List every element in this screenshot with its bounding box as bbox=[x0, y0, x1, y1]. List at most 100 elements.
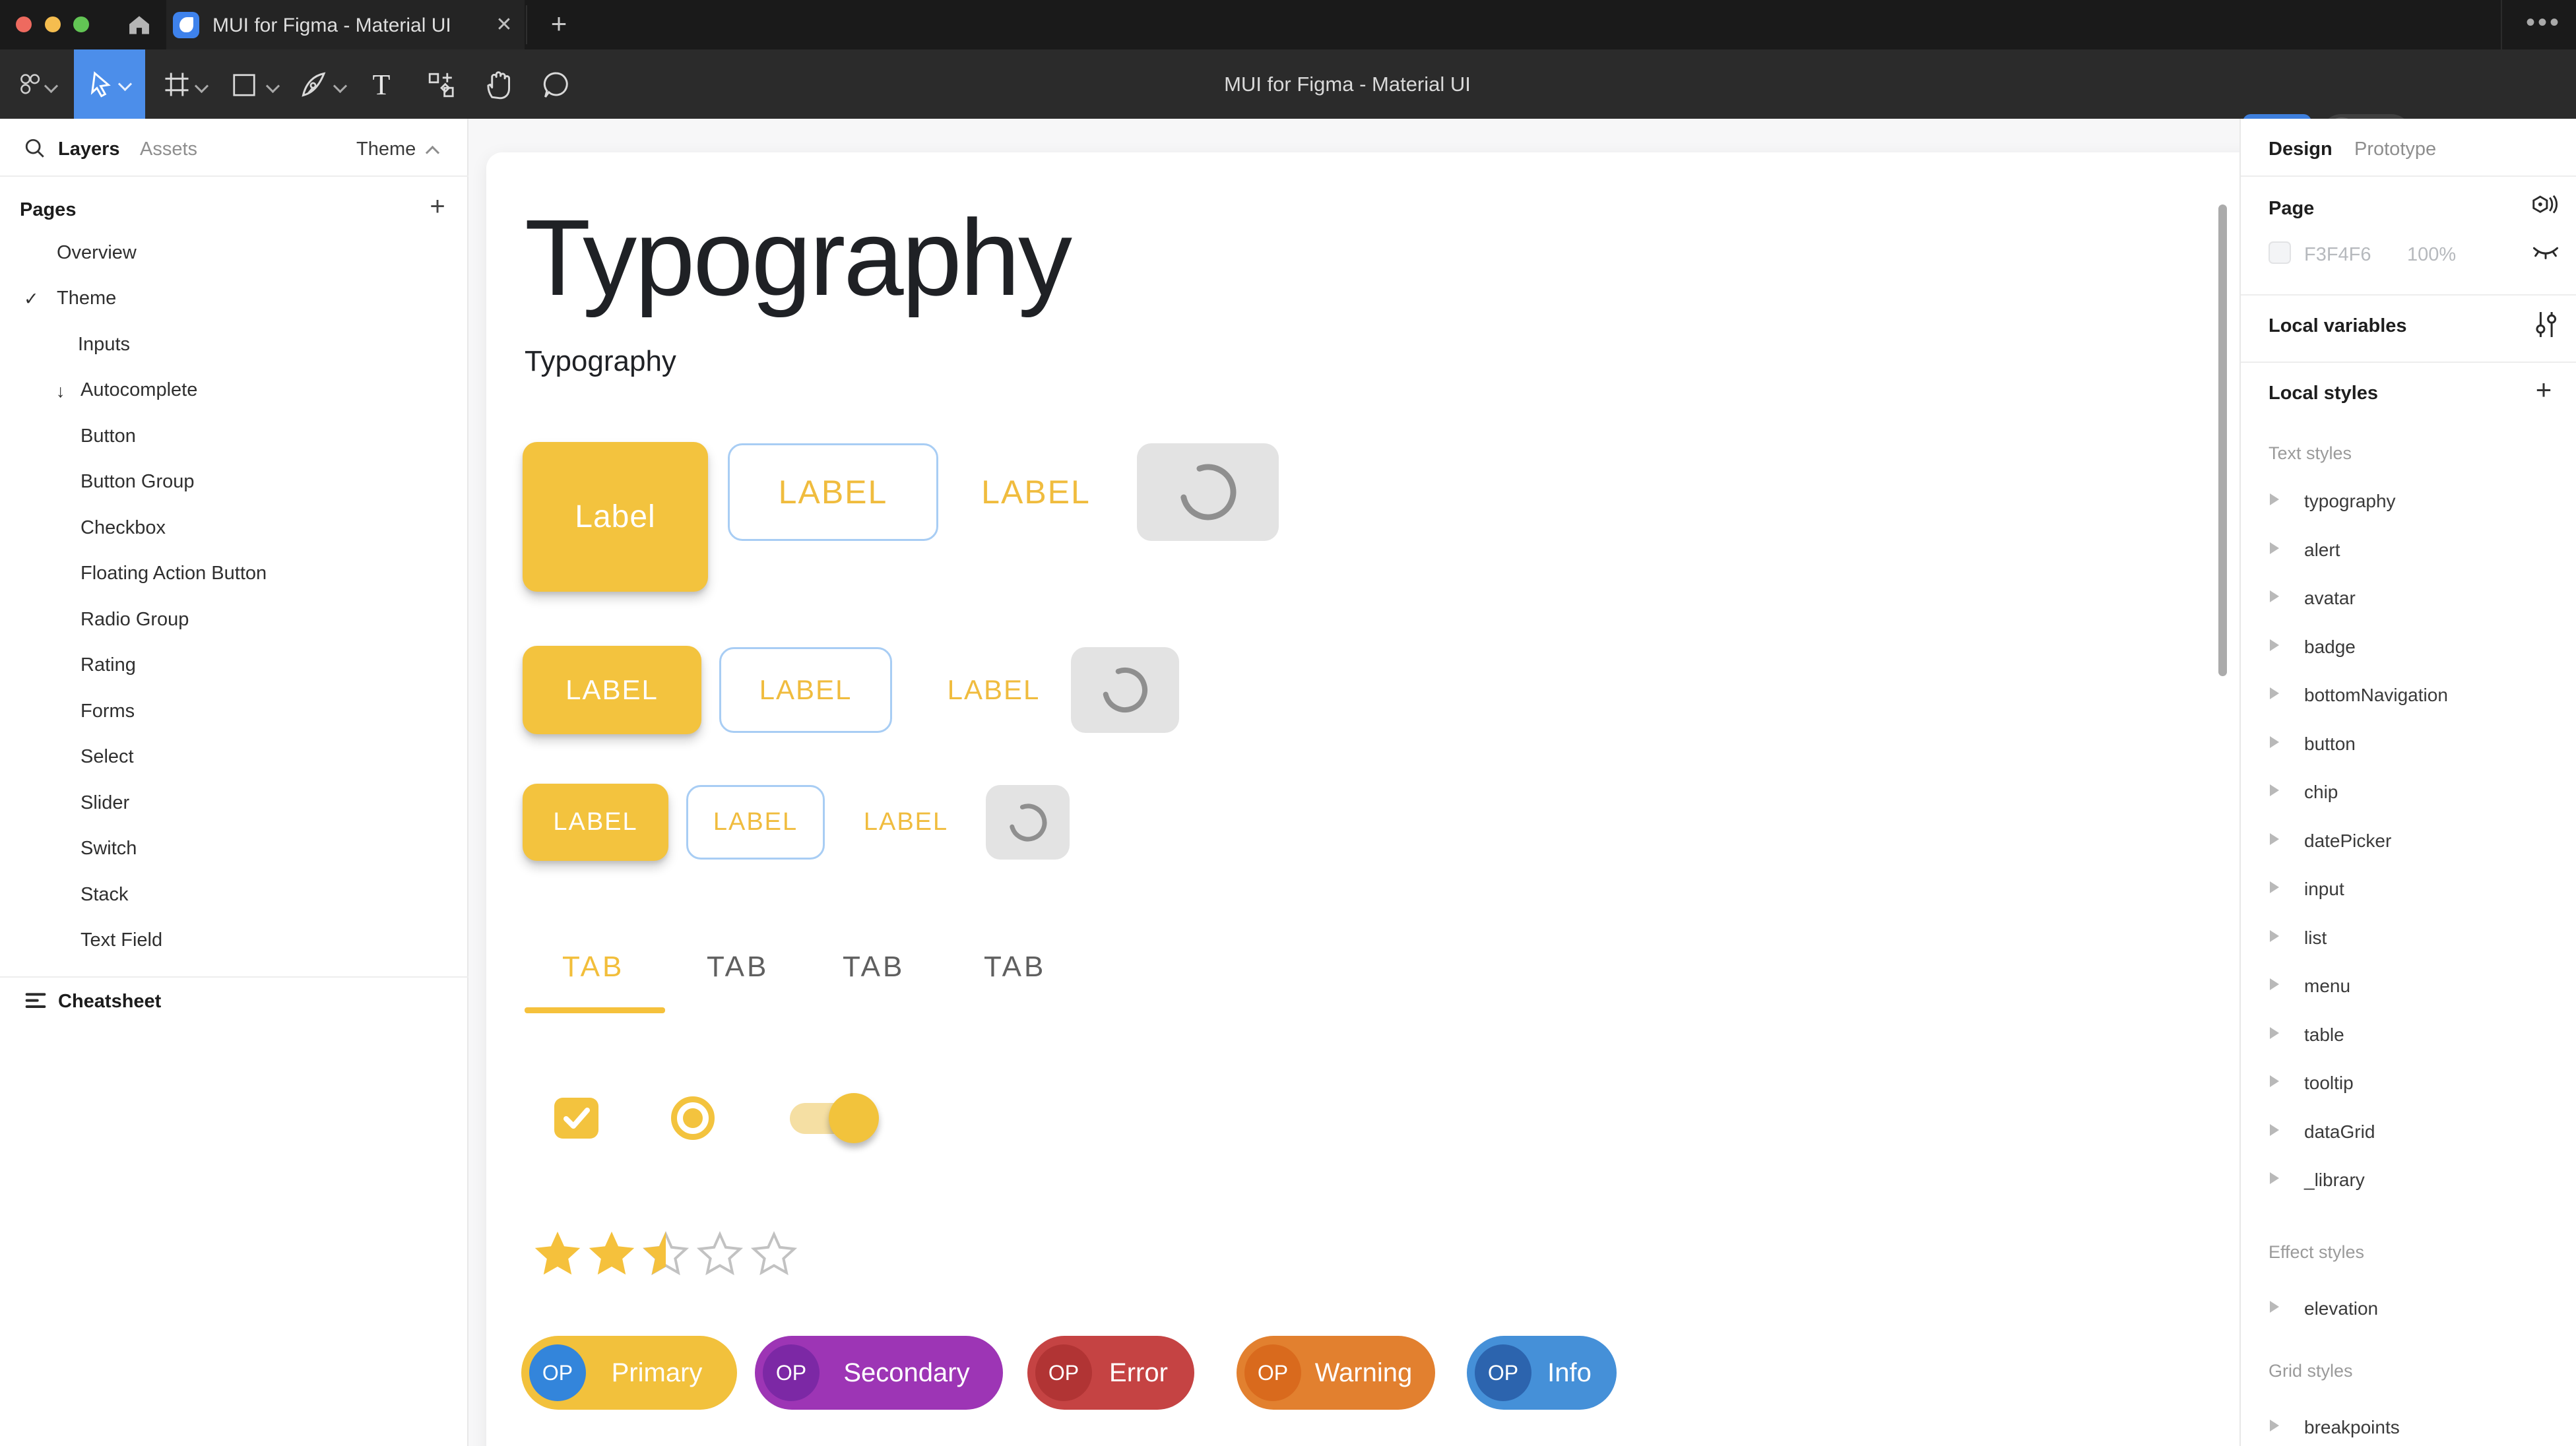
move-tool-selected[interactable] bbox=[74, 49, 145, 119]
star-empty-icon[interactable] bbox=[749, 1230, 799, 1278]
style-item-library[interactable]: _library bbox=[2304, 1170, 2365, 1191]
frame-tool-icon[interactable] bbox=[164, 72, 189, 97]
tab-item[interactable]: TAB bbox=[707, 951, 769, 984]
collapse-pages-chevron-icon[interactable] bbox=[426, 146, 439, 160]
button-contained-large[interactable]: Label bbox=[523, 442, 708, 592]
canvas-area[interactable]: Typography Typography Label LABEL LABEL … bbox=[468, 119, 2239, 1446]
style-item-datagrid[interactable]: dataGrid bbox=[2304, 1121, 2375, 1143]
tab-design[interactable]: Design bbox=[2269, 139, 2333, 160]
add-page-button[interactable]: + bbox=[421, 190, 454, 223]
pen-tool-chevron-icon[interactable] bbox=[333, 79, 347, 93]
sidebar-item-inputs[interactable]: Inputs bbox=[78, 326, 130, 363]
hand-tool-icon[interactable] bbox=[484, 70, 513, 100]
disclosure-triangle-icon[interactable] bbox=[2270, 590, 2279, 602]
button-text-medium[interactable]: LABEL bbox=[941, 647, 1046, 733]
text-tool-icon[interactable]: T bbox=[368, 72, 395, 98]
sidebar-item-stack[interactable]: Stack bbox=[80, 876, 129, 913]
disclosure-triangle-icon[interactable] bbox=[2270, 784, 2279, 796]
button-loading-medium[interactable] bbox=[1071, 647, 1179, 733]
disclosure-triangle-icon[interactable] bbox=[2270, 687, 2279, 699]
sidebar-item-select[interactable]: Select bbox=[80, 738, 134, 775]
style-item-avatar[interactable]: avatar bbox=[2304, 588, 2356, 609]
star-empty-icon[interactable] bbox=[695, 1230, 745, 1278]
style-item-button[interactable]: button bbox=[2304, 734, 2356, 755]
close-tab-icon[interactable]: ✕ bbox=[491, 12, 517, 38]
comment-tool-icon[interactable] bbox=[542, 71, 570, 99]
file-title[interactable]: MUI for Figma - Material UI bbox=[886, 49, 1809, 119]
zoom-window-button[interactable] bbox=[73, 16, 89, 32]
style-item-bottomnavigation[interactable]: bottomNavigation bbox=[2304, 685, 2448, 706]
chip-primary[interactable]: OP Primary bbox=[521, 1336, 737, 1410]
local-styles-header[interactable]: Local styles bbox=[2269, 383, 2378, 404]
home-icon[interactable] bbox=[127, 13, 152, 37]
style-item-datepicker[interactable]: datePicker bbox=[2304, 831, 2391, 852]
library-icon[interactable] bbox=[2530, 193, 2560, 222]
page-fill-hex[interactable]: F3F4F6 bbox=[2304, 244, 2371, 266]
disclosure-triangle-icon[interactable] bbox=[2270, 542, 2279, 554]
sidebar-item-switch[interactable]: Switch bbox=[80, 830, 137, 867]
style-item-typography[interactable]: typography bbox=[2304, 491, 2396, 512]
style-item-alert[interactable]: alert bbox=[2304, 540, 2340, 561]
sidebar-item-text-field[interactable]: Text Field bbox=[80, 922, 162, 959]
style-item-badge[interactable]: badge bbox=[2304, 637, 2356, 658]
local-variables-header[interactable]: Local variables bbox=[2269, 315, 2407, 337]
close-window-button[interactable] bbox=[16, 16, 32, 32]
style-item-menu[interactable]: menu bbox=[2304, 976, 2350, 997]
disclosure-triangle-icon[interactable] bbox=[2270, 736, 2279, 748]
star-half-icon[interactable] bbox=[641, 1230, 691, 1278]
variables-sliders-icon[interactable] bbox=[2532, 310, 2559, 339]
style-item-breakpoints[interactable]: breakpoints bbox=[2304, 1417, 2400, 1438]
tab-layers[interactable]: Layers bbox=[58, 139, 120, 160]
star-full-icon[interactable] bbox=[587, 1230, 637, 1278]
page-fill-swatch[interactable] bbox=[2269, 241, 2291, 264]
typography-frame[interactable]: Typography Typography Label LABEL LABEL … bbox=[486, 152, 2239, 1446]
button-contained-medium[interactable]: LABEL bbox=[523, 646, 701, 734]
page-fill-opacity[interactable]: 100% bbox=[2407, 244, 2456, 266]
chip-info[interactable]: OP Info bbox=[1467, 1336, 1617, 1410]
star-full-icon[interactable] bbox=[532, 1230, 583, 1278]
sidebar-item-button-group[interactable]: Button Group bbox=[80, 463, 195, 500]
style-item-tooltip[interactable]: tooltip bbox=[2304, 1073, 2354, 1094]
chip-secondary[interactable]: OP Secondary bbox=[755, 1336, 1003, 1410]
checkbox-checked[interactable] bbox=[554, 1098, 598, 1139]
new-tab-button[interactable]: + bbox=[542, 8, 575, 41]
disclosure-triangle-icon[interactable] bbox=[2270, 833, 2279, 845]
resources-tool-icon[interactable] bbox=[427, 71, 455, 99]
button-contained-small[interactable]: LABEL bbox=[523, 784, 668, 861]
tab-prototype[interactable]: Prototype bbox=[2354, 139, 2436, 160]
tab-assets[interactable]: Assets bbox=[140, 139, 197, 160]
shape-tool-chevron-icon[interactable] bbox=[266, 79, 280, 93]
minimize-window-button[interactable] bbox=[45, 16, 61, 32]
chip-warning[interactable]: OP Warning bbox=[1237, 1336, 1435, 1410]
disclosure-triangle-icon[interactable] bbox=[2270, 1124, 2279, 1136]
button-outlined-small[interactable]: LABEL bbox=[686, 785, 825, 860]
disclosure-triangle-icon[interactable] bbox=[2270, 493, 2279, 505]
sidebar-item-radio-group[interactable]: Radio Group bbox=[80, 601, 189, 638]
style-item-list[interactable]: list bbox=[2304, 927, 2327, 949]
button-text-small[interactable]: LABEL bbox=[860, 785, 952, 860]
rating-stars[interactable] bbox=[532, 1230, 799, 1278]
style-item-elevation[interactable]: elevation bbox=[2304, 1298, 2378, 1319]
sidebar-item-floating-action-button[interactable]: Floating Action Button bbox=[80, 555, 267, 592]
disclosure-triangle-icon[interactable] bbox=[2270, 1301, 2279, 1313]
disclosure-triangle-icon[interactable] bbox=[2270, 1172, 2279, 1184]
button-loading-small[interactable] bbox=[986, 785, 1070, 860]
search-icon[interactable] bbox=[24, 137, 46, 160]
disclosure-triangle-icon[interactable] bbox=[2270, 930, 2279, 942]
chip-error[interactable]: OP Error bbox=[1027, 1336, 1194, 1410]
eye-closed-icon[interactable] bbox=[2531, 239, 2560, 265]
style-item-chip[interactable]: chip bbox=[2304, 782, 2338, 803]
button-outlined-medium[interactable]: LABEL bbox=[719, 647, 892, 733]
page-selector[interactable]: Theme bbox=[356, 139, 416, 160]
sidebar-item-cheatsheet[interactable]: Cheatsheet bbox=[58, 991, 161, 1013]
style-item-input[interactable]: input bbox=[2304, 879, 2344, 900]
button-text-large[interactable]: LABEL bbox=[970, 443, 1102, 541]
disclosure-triangle-icon[interactable] bbox=[2270, 978, 2279, 990]
main-menu-figma-icon[interactable] bbox=[17, 73, 42, 96]
switch-thumb[interactable] bbox=[829, 1093, 879, 1143]
style-item-table[interactable]: table bbox=[2304, 1024, 2344, 1046]
shape-tool-icon[interactable] bbox=[232, 73, 256, 97]
tab-item[interactable]: TAB bbox=[843, 951, 905, 984]
sidebar-item-slider[interactable]: Slider bbox=[80, 784, 129, 821]
sidebar-item-theme[interactable]: Theme bbox=[57, 280, 116, 317]
